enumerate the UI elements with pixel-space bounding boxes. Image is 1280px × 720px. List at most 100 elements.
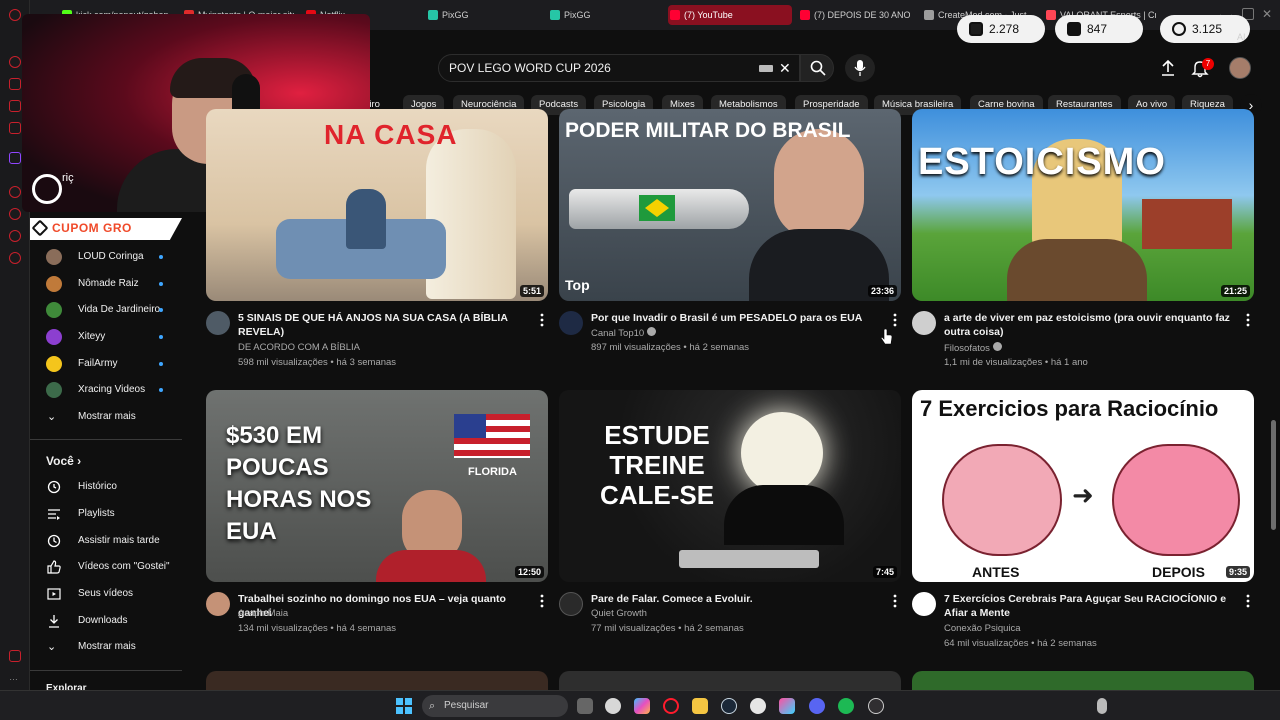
thumbnail-text: $530 EM POUCAS HORAS NOS EUA xyxy=(226,422,372,545)
browser-tab[interactable]: (7) DEPOIS DE 30 ANOS... xyxy=(798,5,910,25)
app-icon[interactable] xyxy=(605,698,621,714)
windows-taskbar: ⌕ Pesquisar xyxy=(0,690,1280,720)
history-icon[interactable] xyxy=(9,208,21,220)
sidebar-channel[interactable]: Xiteyy xyxy=(30,325,190,349)
video-thumbnail-partial[interactable] xyxy=(912,671,1254,690)
video-title[interactable]: Pare de Falar. Comece a Evoluir. xyxy=(591,592,886,606)
channel-name[interactable]: Quiet Growth xyxy=(591,608,647,619)
sidebar-item-downloads[interactable]: Downloads xyxy=(30,609,190,633)
video-card[interactable]: ESTOICISMO 21:25 a arte de viver em paz … xyxy=(912,109,1254,381)
video-card[interactable]: ESTUDE TREINE CALE-SE 7:45 Pare de Falar… xyxy=(559,390,901,662)
thumbnail-subtext: FLORIDA xyxy=(468,466,517,478)
copilot-icon[interactable] xyxy=(634,698,650,714)
search-input[interactable]: POV LEGO WORD CUP 2026 ✕ xyxy=(438,54,800,82)
player-icon[interactable] xyxy=(9,186,21,198)
sidebar-item-playlists[interactable]: Playlists xyxy=(30,502,190,526)
sidebar-show-more[interactable]: ⌄ Mostrar mais xyxy=(30,635,190,659)
person-on-sofa xyxy=(346,189,386,249)
video-thumbnail-partial[interactable] xyxy=(206,671,548,690)
tv-icon[interactable] xyxy=(9,122,21,134)
new-content-dot xyxy=(159,308,163,312)
channel-name[interactable]: Filosofatos xyxy=(944,342,1002,354)
sidebar-channel[interactable]: LOUD Coringa xyxy=(30,245,190,269)
video-duration: 23:36 xyxy=(867,285,897,297)
channel-avatar[interactable] xyxy=(912,592,936,616)
voice-search-button[interactable] xyxy=(845,54,875,82)
more-options-icon[interactable] xyxy=(893,313,897,327)
sidebar-item-watch-later[interactable]: Assistir mais tarde xyxy=(30,529,190,553)
taskbar-search-input[interactable]: ⌕ Pesquisar xyxy=(422,695,568,717)
page-scrollbar[interactable] xyxy=(1271,420,1276,530)
upload-icon[interactable] xyxy=(1158,58,1178,78)
sidebar-channel[interactable]: Nômade Raiz xyxy=(30,272,190,296)
app-icon[interactable] xyxy=(750,698,766,714)
channel-name[interactable]: Asaph Maia xyxy=(238,608,288,619)
sidebar-item-your-videos[interactable]: Seus vídeos xyxy=(30,582,190,606)
video-thumbnail[interactable]: NA CASA 5:51 xyxy=(206,109,548,301)
search-button[interactable] xyxy=(800,54,834,82)
sidebar-show-more[interactable]: ⌄ Mostrar mais xyxy=(30,405,190,429)
sidebar-channel[interactable]: FailArmy xyxy=(30,352,190,376)
video-thumbnail-partial[interactable] xyxy=(559,671,901,690)
video-thumbnail[interactable]: ESTUDE TREINE CALE-SE 7:45 xyxy=(559,390,901,582)
video-title[interactable]: a arte de viver em paz estoicismo (pra o… xyxy=(944,311,1239,339)
sidebar-channel[interactable]: Xracing Videos xyxy=(30,378,190,402)
clear-search-icon[interactable]: ✕ xyxy=(779,55,791,81)
discord-icon[interactable] xyxy=(809,698,825,714)
more-options-icon[interactable] xyxy=(540,313,544,327)
sidebar-item-liked-videos[interactable]: Vídeos com "Gostei" xyxy=(30,555,190,579)
keyboard-icon[interactable] xyxy=(759,65,773,72)
sidebar-item-history[interactable]: Histórico xyxy=(30,475,190,499)
opera-logo-icon[interactable] xyxy=(9,9,21,21)
sidebar-you-heading[interactable]: Você › xyxy=(46,454,81,468)
home-icon[interactable] xyxy=(9,56,21,68)
more-options-icon[interactable] xyxy=(540,594,544,608)
bag-icon[interactable] xyxy=(9,78,21,90)
video-duration: 5:51 xyxy=(519,285,544,297)
browser-tab[interactable]: PixGG xyxy=(548,5,660,25)
clock-icon[interactable] xyxy=(9,230,21,242)
new-content-dot xyxy=(159,388,163,392)
more-icon[interactable]: … xyxy=(9,672,21,684)
video-card[interactable]: 7 Exercicios para Raciocínio ➜ ANTES DEP… xyxy=(912,390,1254,662)
video-thumbnail[interactable]: PODER MILITAR DO BRASIL Top 23:36 xyxy=(559,109,901,301)
browser-tab-active[interactable]: (7) YouTube xyxy=(668,5,792,25)
video-thumbnail[interactable]: $530 EM POUCAS HORAS NOS EUA FLORIDA 12:… xyxy=(206,390,548,582)
video-card[interactable]: $530 EM POUCAS HORAS NOS EUA FLORIDA 12:… xyxy=(206,390,548,662)
channel-avatar[interactable] xyxy=(206,311,230,335)
video-title[interactable]: Por que Invadir o Brasil é um PESADELO p… xyxy=(591,311,886,325)
steam-icon[interactable] xyxy=(721,698,737,714)
task-view-icon[interactable] xyxy=(577,698,593,714)
video-title[interactable]: 5 SINAIS DE QUE HÁ ANJOS NA SUA CASA (A … xyxy=(238,311,533,339)
obs-icon[interactable] xyxy=(868,698,884,714)
more-options-icon[interactable] xyxy=(1246,594,1250,608)
spotify-icon[interactable] xyxy=(838,698,854,714)
channel-name[interactable]: Conexão Psiquica xyxy=(944,623,1021,634)
start-button[interactable] xyxy=(396,698,412,714)
twitch-icon[interactable] xyxy=(9,152,21,164)
video-card[interactable]: PODER MILITAR DO BRASIL Top 23:36 Por qu… xyxy=(559,109,901,381)
channel-avatar[interactable] xyxy=(559,311,583,335)
more-options-icon[interactable] xyxy=(1246,313,1250,327)
channel-avatar[interactable] xyxy=(559,592,583,616)
account-avatar[interactable] xyxy=(1229,57,1251,79)
sidebar-channel[interactable]: Vida De Jardineiro xyxy=(30,298,190,322)
settings-icon[interactable] xyxy=(9,252,21,264)
microphone-tray-icon[interactable] xyxy=(1097,698,1107,714)
channel-avatar[interactable] xyxy=(206,592,230,616)
channel-name[interactable]: DE ACORDO COM A BÍBLIA xyxy=(238,342,360,353)
file-explorer-icon[interactable] xyxy=(692,698,708,714)
opera-browser-icon[interactable] xyxy=(663,698,679,714)
capcut-icon[interactable] xyxy=(779,698,795,714)
channel-avatar[interactable] xyxy=(912,311,936,335)
mail-icon[interactable] xyxy=(9,650,21,662)
channel-name[interactable]: Canal Top10 xyxy=(591,327,656,339)
browser-tab[interactable]: PixGG xyxy=(426,5,538,25)
video-thumbnail[interactable]: 7 Exercicios para Raciocínio ➜ ANTES DEP… xyxy=(912,390,1254,582)
chat-icon[interactable] xyxy=(9,100,21,112)
more-options-icon[interactable] xyxy=(893,594,897,608)
video-card[interactable]: NA CASA 5:51 5 SINAIS DE QUE HÁ ANJOS NA… xyxy=(206,109,548,381)
close-icon[interactable]: ✕ xyxy=(1262,8,1274,20)
video-thumbnail[interactable]: ESTOICISMO 21:25 xyxy=(912,109,1254,301)
video-title[interactable]: 7 Exercícios Cerebrais Para Aguçar Seu R… xyxy=(944,592,1239,620)
